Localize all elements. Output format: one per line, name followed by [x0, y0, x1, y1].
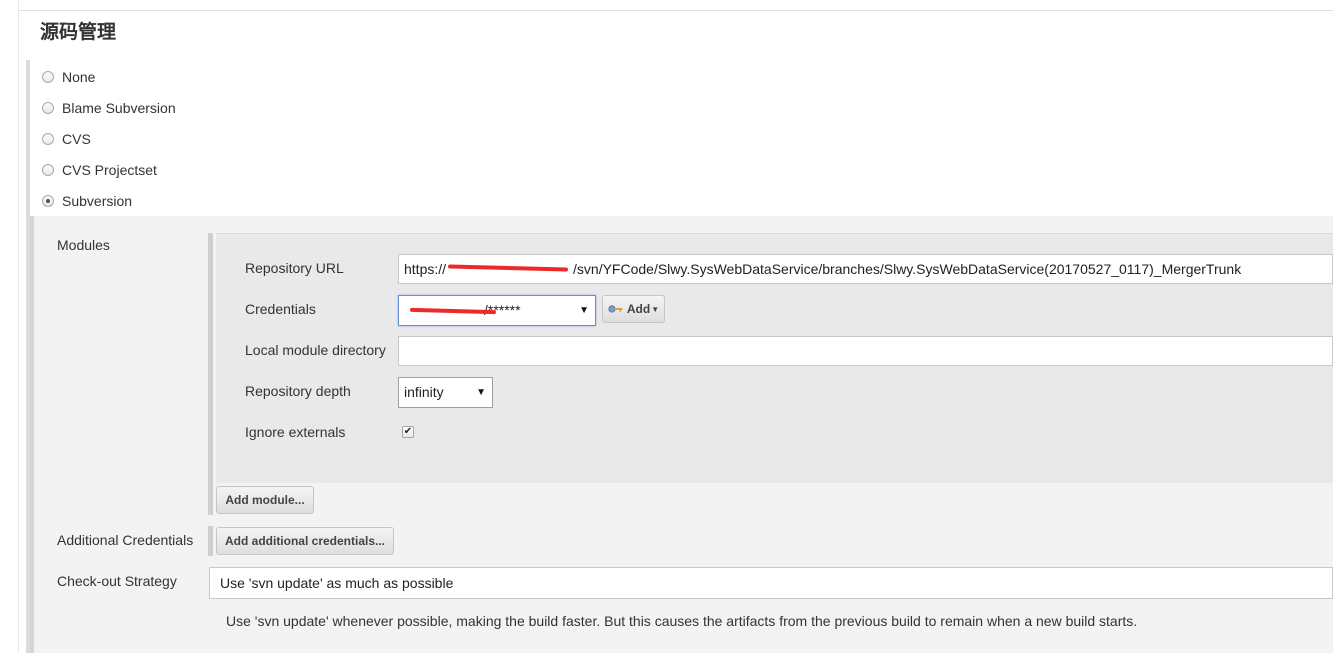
repository-depth-select[interactable]: infinity ▼	[398, 377, 493, 408]
scm-option-cvs-projectset[interactable]: CVS Projectset	[42, 160, 157, 180]
additional-credentials-indicator	[208, 526, 213, 556]
radio-label: Blame Subversion	[62, 100, 176, 116]
ignore-externals-checkbox[interactable]: ✔	[402, 426, 414, 438]
checkout-strategy-label: Check-out Strategy	[57, 573, 177, 589]
modules-indicator	[208, 233, 213, 515]
radio-button[interactable]	[42, 133, 54, 145]
section-divider	[18, 10, 1333, 11]
scm-option-blame-subversion[interactable]: Blame Subversion	[42, 98, 176, 118]
repository-url-label: Repository URL	[245, 260, 344, 276]
repository-depth-label: Repository depth	[245, 383, 351, 399]
radio-label: None	[62, 69, 96, 85]
checkmark-icon: ✔	[403, 426, 413, 437]
local-module-directory-label: Local module directory	[245, 342, 386, 358]
radio-label: Subversion	[62, 193, 133, 209]
local-module-directory-input[interactable]	[398, 336, 1333, 366]
add-credentials-button[interactable]: Add ▼	[602, 295, 665, 323]
scm-option-none[interactable]: None	[42, 67, 95, 87]
modules-label: Modules	[57, 237, 110, 253]
radio-button[interactable]	[42, 71, 54, 83]
add-additional-credentials-button[interactable]: Add additional credentials...	[216, 527, 394, 555]
ignore-externals-label: Ignore externals	[245, 424, 346, 440]
repository-url-prefix: https://	[404, 261, 447, 277]
section-title: 源码管理	[40, 21, 117, 43]
checkout-strategy-select[interactable]: Use 'svn update' as much as possible	[209, 567, 1333, 599]
checkout-strategy-help: Use 'svn update' whenever possible, maki…	[226, 613, 1138, 629]
radio-label: CVS Projectset	[62, 162, 157, 178]
scm-option-cvs[interactable]: CVS	[42, 129, 91, 149]
add-button-label: Add	[626, 302, 651, 316]
radio-button-selected[interactable]	[42, 195, 54, 207]
additional-credentials-label: Additional Credentials	[57, 532, 194, 548]
chevron-down-icon: ▼	[651, 304, 660, 314]
radio-button[interactable]	[42, 164, 54, 176]
radio-button[interactable]	[42, 102, 54, 114]
chevron-down-icon: ▼	[579, 305, 589, 316]
repository-depth-value: infinity	[404, 384, 444, 400]
credentials-label: Credentials	[245, 301, 316, 317]
chevron-down-icon: ▼	[476, 387, 486, 398]
repository-url-path: /svn/YFCode/Slwy.SysWebDataService/branc…	[573, 261, 1242, 277]
radio-label: CVS	[62, 131, 91, 147]
add-module-button[interactable]: Add module...	[216, 486, 314, 514]
left-border	[18, 0, 19, 653]
key-icon	[608, 305, 623, 313]
scm-option-subversion[interactable]: Subversion	[42, 191, 132, 211]
subversion-panel-indicator	[30, 216, 34, 653]
